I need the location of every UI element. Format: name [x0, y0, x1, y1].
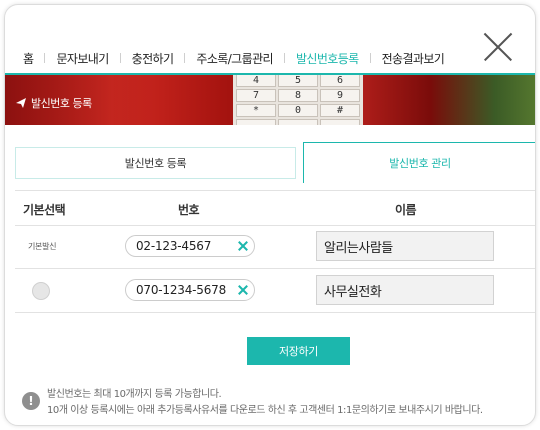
save-button[interactable]: 저장하기 — [247, 337, 350, 365]
nav-divider — [44, 53, 46, 63]
dial-key: 0 — [278, 104, 318, 117]
nav-charge[interactable]: 충전하기 — [132, 50, 174, 67]
nav-divider — [283, 53, 285, 63]
row-divider — [15, 268, 535, 269]
dial-key: 7 — [236, 89, 276, 102]
header-name: 이름 — [395, 203, 417, 217]
default-caller-label: 기본발신 — [28, 242, 57, 251]
top-nav: 홈 문자보내기 충전하기 주소록/그룹관리 발신번호등록 전송결과보기 — [23, 48, 445, 68]
nav-address-book[interactable]: 주소록/그룹관리 — [196, 50, 273, 67]
default-radio[interactable] — [32, 282, 50, 300]
nav-divider — [184, 53, 186, 63]
number-value: 02-123-4567 — [136, 239, 212, 253]
dial-key: 5 — [278, 75, 318, 87]
dial-key — [320, 119, 360, 125]
header-banner: 4 5 6 7 8 9 * 0 # 발신번호 등록 — [5, 73, 535, 125]
name-field[interactable]: 알리는사람들 — [316, 231, 494, 261]
dial-key: 4 — [236, 75, 276, 87]
clear-icon[interactable] — [232, 236, 254, 256]
notice-line-2: 10개 이상 등록시에는 아래 추가등록사유서를 다운로드 하신 후 고객센터 … — [47, 405, 483, 416]
nav-home[interactable]: 홈 — [23, 50, 34, 67]
row-divider — [15, 312, 535, 313]
tab-divider — [15, 190, 535, 191]
header-number: 번호 — [178, 203, 200, 217]
dial-key: # — [320, 104, 360, 117]
nav-send-results[interactable]: 전송결과보기 — [382, 50, 445, 67]
dial-key: 8 — [278, 89, 318, 102]
dial-key: * — [236, 104, 276, 117]
info-icon: ! — [22, 392, 40, 410]
notice-line-1: 발신번호는 최대 10개까지 등록 가능합니다. — [47, 389, 222, 400]
dial-key — [236, 119, 276, 125]
phone-dial-image: 4 5 6 7 8 9 * 0 # — [233, 75, 363, 125]
nav-divider — [119, 53, 121, 63]
tab-register[interactable]: 발신번호 등록 — [15, 147, 296, 179]
nav-divider — [369, 53, 371, 63]
send-arrow-icon — [16, 98, 26, 108]
dial-key — [278, 119, 318, 125]
popup-window: 홈 문자보내기 충전하기 주소록/그룹관리 발신번호등록 전송결과보기 4 5 … — [4, 4, 536, 426]
nav-caller-id-register[interactable]: 발신번호등록 — [296, 50, 359, 67]
nav-send-message[interactable]: 문자보내기 — [56, 50, 109, 67]
number-value: 070-1234-5678 — [136, 283, 227, 297]
number-field[interactable]: 070-1234-5678 — [125, 279, 255, 301]
row-divider — [15, 225, 535, 226]
tab-manage[interactable]: 발신번호 관리 — [303, 142, 535, 183]
name-field[interactable]: 사무실전화 — [316, 275, 494, 305]
dial-key: 9 — [320, 89, 360, 102]
number-field[interactable]: 02-123-4567 — [125, 235, 255, 257]
banner-title-text: 발신번호 등록 — [31, 97, 92, 110]
close-icon[interactable] — [484, 33, 512, 61]
clear-icon[interactable] — [232, 280, 254, 300]
header-default: 기본선택 — [23, 203, 66, 217]
banner-title: 발신번호 등록 — [15, 95, 92, 111]
dial-key: 6 — [320, 75, 360, 87]
